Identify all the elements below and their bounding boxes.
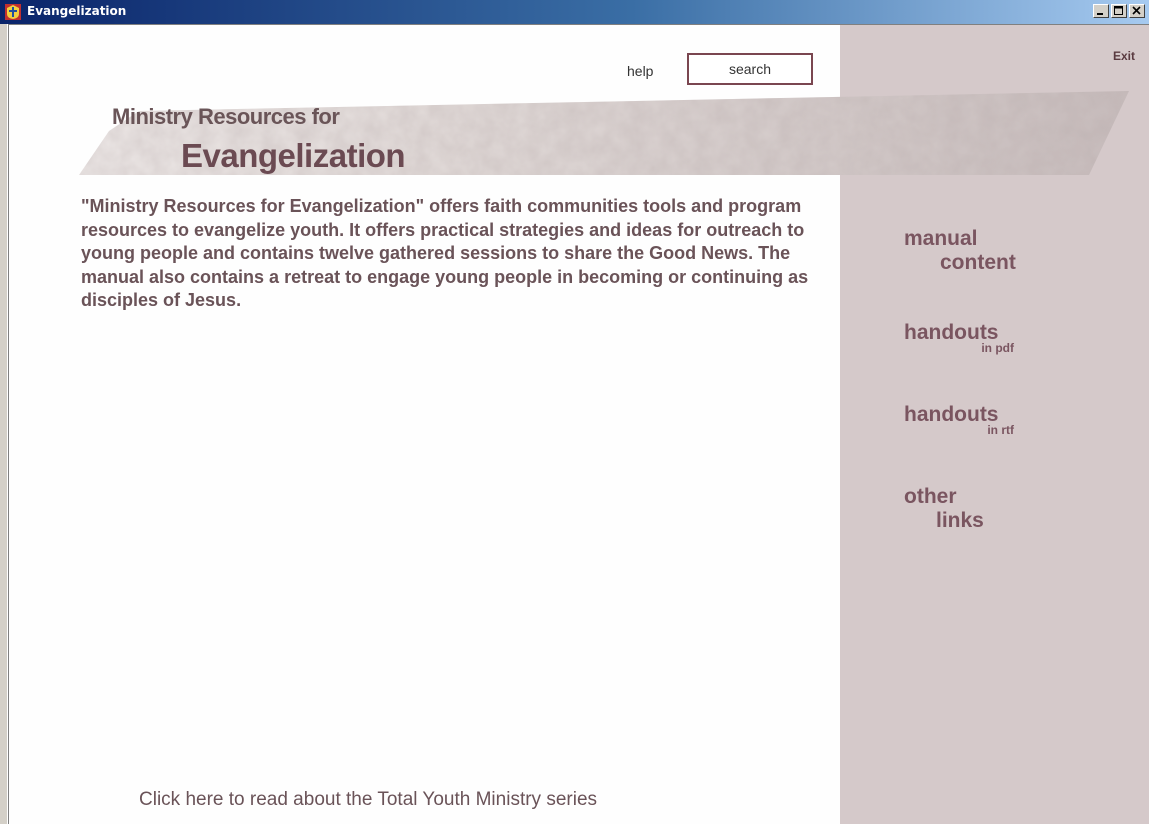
banner-subtitle: Ministry Resources for bbox=[112, 104, 340, 129]
description-text: "Ministry Resources for Evangelization" … bbox=[81, 196, 809, 310]
exit-link[interactable]: Exit bbox=[1113, 49, 1135, 63]
total-youth-ministry-link[interactable]: Click here to read about the Total Youth… bbox=[139, 789, 597, 811]
banner-title: Evangelization bbox=[181, 137, 406, 174]
search-button[interactable]: search bbox=[687, 53, 813, 85]
nav-manual-content[interactable]: manual content bbox=[904, 227, 1016, 275]
maximize-button[interactable] bbox=[1111, 4, 1127, 18]
minimize-button[interactable] bbox=[1093, 4, 1109, 18]
app-icon bbox=[5, 4, 21, 20]
nav-handouts-pdf[interactable]: handouts in pdf bbox=[904, 321, 1014, 355]
help-link[interactable]: help bbox=[627, 63, 653, 79]
nav-manual-content-line2: content bbox=[940, 251, 1016, 274]
nav-other-links-line2: links bbox=[936, 509, 984, 532]
nav-other-links-line1: other bbox=[904, 485, 957, 508]
app-content: help search Exit Ministry Resources for … bbox=[8, 25, 1149, 824]
nav-handouts-rtf[interactable]: handouts in rtf bbox=[904, 403, 1014, 437]
window-titlebar: Evangelization bbox=[0, 0, 1149, 25]
window-border bbox=[0, 24, 8, 824]
nav-manual-content-line1: manual bbox=[904, 227, 978, 250]
window-title: Evangelization bbox=[27, 4, 127, 18]
close-button[interactable] bbox=[1129, 4, 1145, 18]
nav-other-links[interactable]: other links bbox=[904, 485, 984, 533]
